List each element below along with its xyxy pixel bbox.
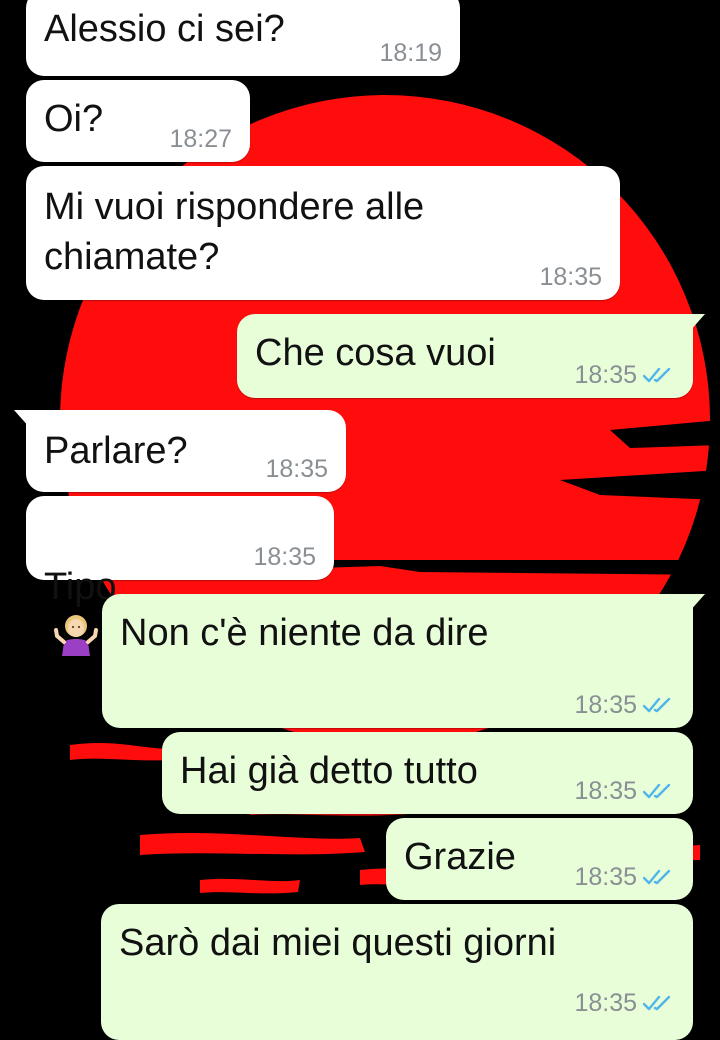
message-meta: 18:35 — [574, 360, 675, 390]
message-time: 18:35 — [574, 863, 637, 891]
message-text: Hai già detto tutto — [180, 750, 478, 792]
message-text: Alessio ci sei? — [44, 8, 285, 50]
double-check-icon — [643, 697, 671, 713]
outgoing-message[interactable]: Grazie 18:35 — [386, 818, 693, 900]
outgoing-message[interactable]: Che cosa vuoi 18:35 — [237, 314, 705, 398]
message-meta: 18:35 — [574, 862, 675, 892]
incoming-message[interactable]: Alessio ci sei? 18:19 — [26, 0, 460, 76]
incoming-message[interactable]: Oi? 18:27 — [26, 80, 250, 162]
message-meta: 18:35 — [253, 542, 316, 572]
message-meta: 18:35 — [574, 690, 675, 720]
message-time: 18:35 — [574, 361, 637, 389]
message-text: Oi? — [44, 98, 104, 140]
outgoing-message[interactable]: Sarò dai miei questi giorni 18:35 — [101, 904, 693, 1040]
message-time: 18:35 — [539, 263, 602, 291]
outgoing-message[interactable]: Non c'è niente da dire 18:35 — [102, 594, 705, 728]
double-check-icon — [643, 367, 671, 383]
message-text: Non c'è niente da dire — [120, 612, 489, 654]
message-meta: 18:19 — [379, 38, 442, 68]
message-meta: 18:35 — [574, 988, 675, 1018]
double-check-icon — [643, 783, 671, 799]
message-time: 18:35 — [574, 691, 637, 719]
message-time: 18:35 — [574, 989, 637, 1017]
message-time: 18:27 — [169, 125, 232, 153]
message-time: 18:35 — [265, 455, 328, 483]
incoming-message[interactable]: Mi vuoi rispondere alle chiamate? 18:35 — [26, 166, 620, 300]
message-text: Mi vuoi rispondere alle chiamate? — [44, 186, 425, 278]
incoming-message[interactable]: Parlare? 18:35 — [14, 410, 346, 492]
bubble-tail — [679, 314, 705, 332]
incoming-message[interactable]: Tipo 18:35 — [26, 496, 334, 656]
message-meta: 18:35 — [539, 262, 602, 292]
message-text: Che cosa vuoi — [255, 332, 496, 374]
double-check-icon — [643, 869, 671, 885]
message-meta: 18:35 — [574, 776, 675, 806]
person-shrugging-emoji — [54, 615, 98, 656]
message-text: Grazie — [404, 836, 516, 878]
outgoing-message[interactable]: Hai già detto tutto 18:35 — [162, 732, 693, 814]
chat-thread: Alessio ci sei? 18:19 Oi? 18:27 Mi vuoi … — [0, 0, 720, 1040]
message-time: 18:19 — [379, 39, 442, 67]
bubble-tail — [679, 594, 705, 612]
message-text: Parlare? — [44, 430, 188, 472]
message-meta: 18:35 — [265, 454, 328, 484]
message-text: Sarò dai miei questi giorni — [119, 922, 557, 964]
message-time: 18:35 — [253, 543, 316, 571]
double-check-icon — [643, 995, 671, 1011]
message-time: 18:35 — [574, 777, 637, 805]
bubble-tail — [14, 410, 40, 428]
message-meta: 18:27 — [169, 124, 232, 154]
